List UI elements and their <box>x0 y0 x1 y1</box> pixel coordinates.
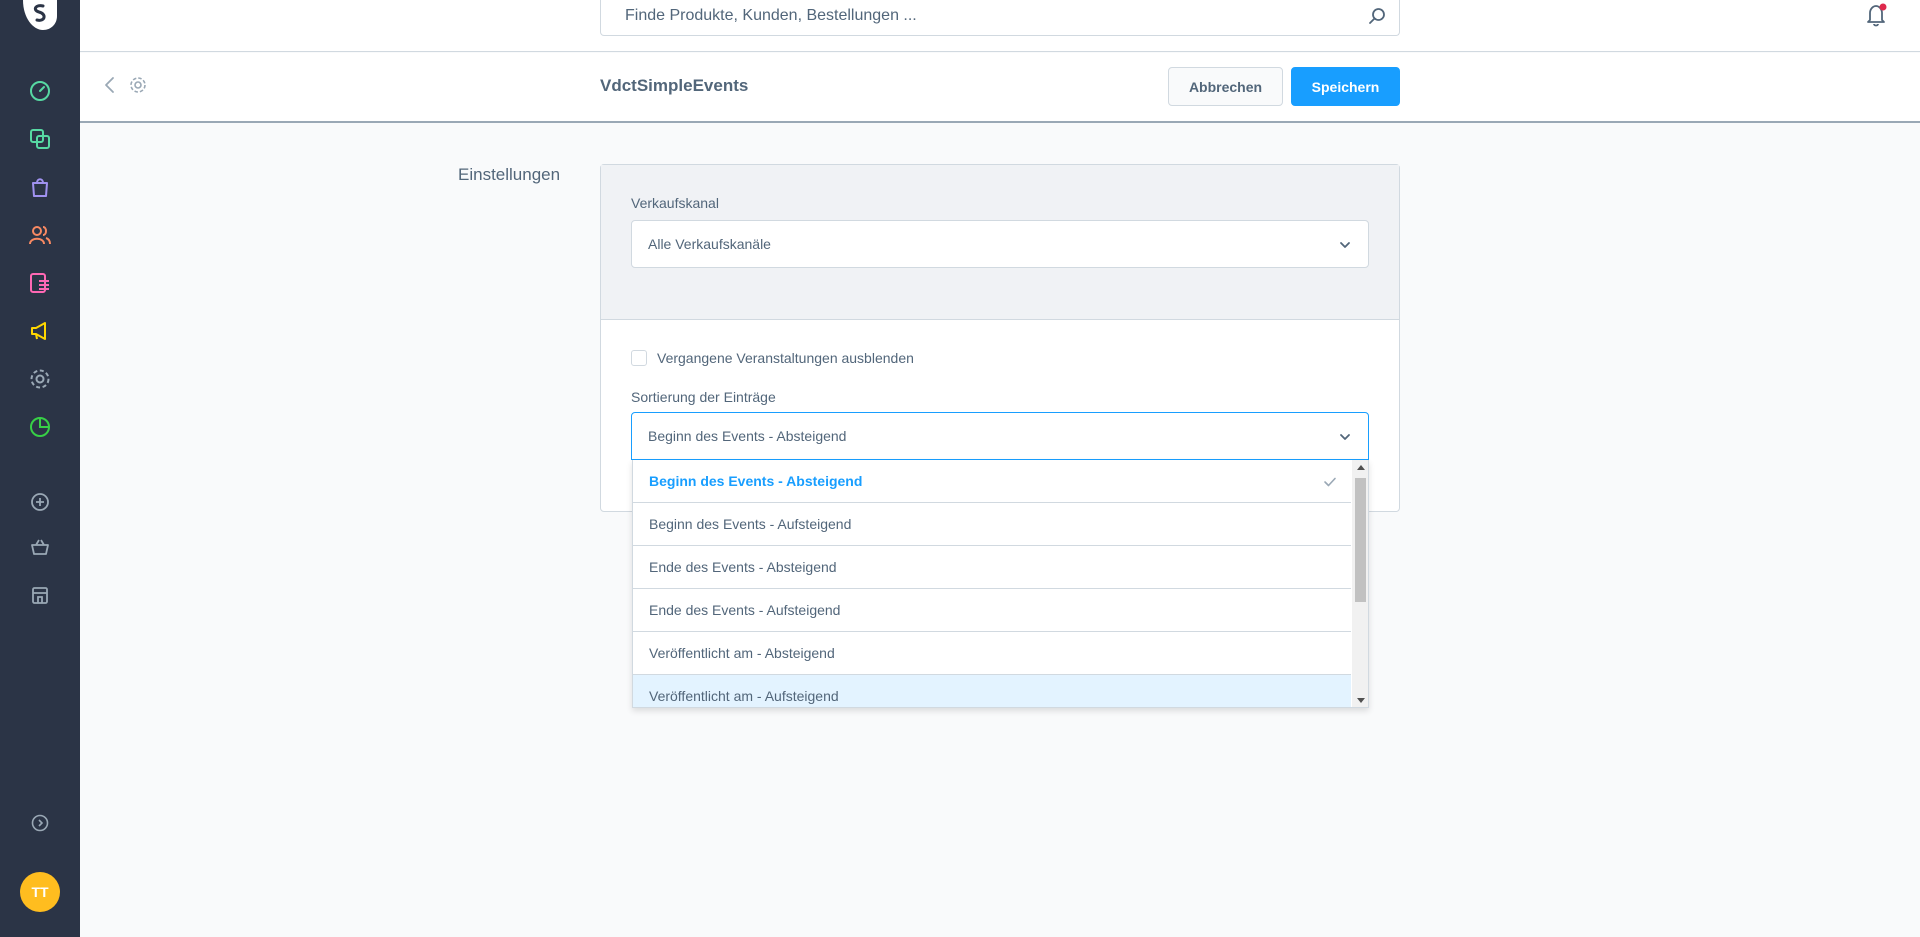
dropdown-option[interactable]: Ende des Events - Aufsteigend <box>633 589 1351 632</box>
sales-channel-section: Verkaufskanal Alle Verkaufskanäle <box>601 165 1399 320</box>
content-icon[interactable] <box>27 270 53 296</box>
top-header <box>80 0 1920 52</box>
option-label: Veröffentlicht am - Aufsteigend <box>649 688 839 704</box>
section-label: Einstellungen <box>458 165 561 184</box>
catalogues-icon[interactable] <box>27 126 53 152</box>
sorting-value: Beginn des Events - Absteigend <box>648 428 847 444</box>
chevron-down-icon <box>1338 238 1352 252</box>
settings-icon[interactable] <box>27 366 53 392</box>
chevron-left-icon[interactable] <box>100 75 120 95</box>
question-circle-icon[interactable] <box>27 810 53 836</box>
dropdown-option[interactable]: Veröffentlicht am - Aufsteigend <box>633 675 1351 707</box>
search-input[interactable] <box>625 0 1345 34</box>
global-search <box>600 0 1400 36</box>
add-extension-icon[interactable] <box>27 489 53 515</box>
option-label: Ende des Events - Aufsteigend <box>649 602 841 618</box>
scroll-down-arrow-icon[interactable] <box>1357 698 1365 703</box>
checkmark-icon <box>1323 475 1337 489</box>
dropdown-option[interactable]: Veröffentlicht am - Absteigend <box>633 632 1351 675</box>
cancel-button[interactable]: Abbrechen <box>1168 67 1283 106</box>
bell-icon[interactable] <box>1864 2 1890 28</box>
sorting-label: Sortierung der Einträge <box>631 389 776 405</box>
dashboard-icon[interactable] <box>27 78 53 104</box>
option-label: Veröffentlicht am - Absteigend <box>649 645 835 661</box>
sales-channel-label: Verkaufskanal <box>631 195 719 211</box>
hide-past-events-label: Vergangene Veranstaltungen ausblenden <box>657 350 914 366</box>
sales-channel-select[interactable]: Alle Verkaufskanäle <box>631 220 1369 268</box>
chevron-down-icon <box>1338 430 1352 444</box>
orders-icon[interactable] <box>27 174 53 200</box>
avatar[interactable]: TT <box>20 872 60 912</box>
admin-sidebar: TT <box>0 0 80 937</box>
analytics-icon[interactable] <box>27 414 53 440</box>
scroll-thumb[interactable] <box>1355 478 1366 602</box>
sales-channel-value: Alle Verkaufskanäle <box>648 236 771 252</box>
shopware-logo[interactable] <box>21 0 59 32</box>
option-label: Ende des Events - Absteigend <box>649 559 837 575</box>
page-title: VdctSimpleEvents <box>600 76 749 95</box>
customers-icon[interactable] <box>27 222 53 248</box>
save-button[interactable]: Speichern <box>1291 67 1400 106</box>
shop-icon[interactable] <box>27 534 53 560</box>
marketing-icon[interactable] <box>27 318 53 344</box>
store-icon[interactable] <box>27 582 53 608</box>
smart-bar: VdctSimpleEvents Abbrechen Speichern <box>80 53 1920 123</box>
dropdown-option[interactable]: Beginn des Events - Absteigend <box>633 460 1351 503</box>
dropdown-scrollbar[interactable] <box>1352 460 1368 707</box>
dropdown-option[interactable]: Ende des Events - Absteigend <box>633 546 1351 589</box>
option-label: Beginn des Events - Aufsteigend <box>649 516 852 532</box>
sorting-select[interactable]: Beginn des Events - Absteigend <box>631 412 1369 460</box>
scroll-up-arrow-icon[interactable] <box>1357 465 1365 470</box>
search-icon[interactable] <box>1367 6 1387 26</box>
option-label: Beginn des Events - Absteigend <box>649 473 863 489</box>
dropdown-option[interactable]: Beginn des Events - Aufsteigend <box>633 503 1351 546</box>
gear-icon[interactable] <box>128 75 148 95</box>
sorting-dropdown-list: Beginn des Events - Absteigend Beginn de… <box>632 460 1369 708</box>
hide-past-events-checkbox[interactable] <box>631 350 647 366</box>
